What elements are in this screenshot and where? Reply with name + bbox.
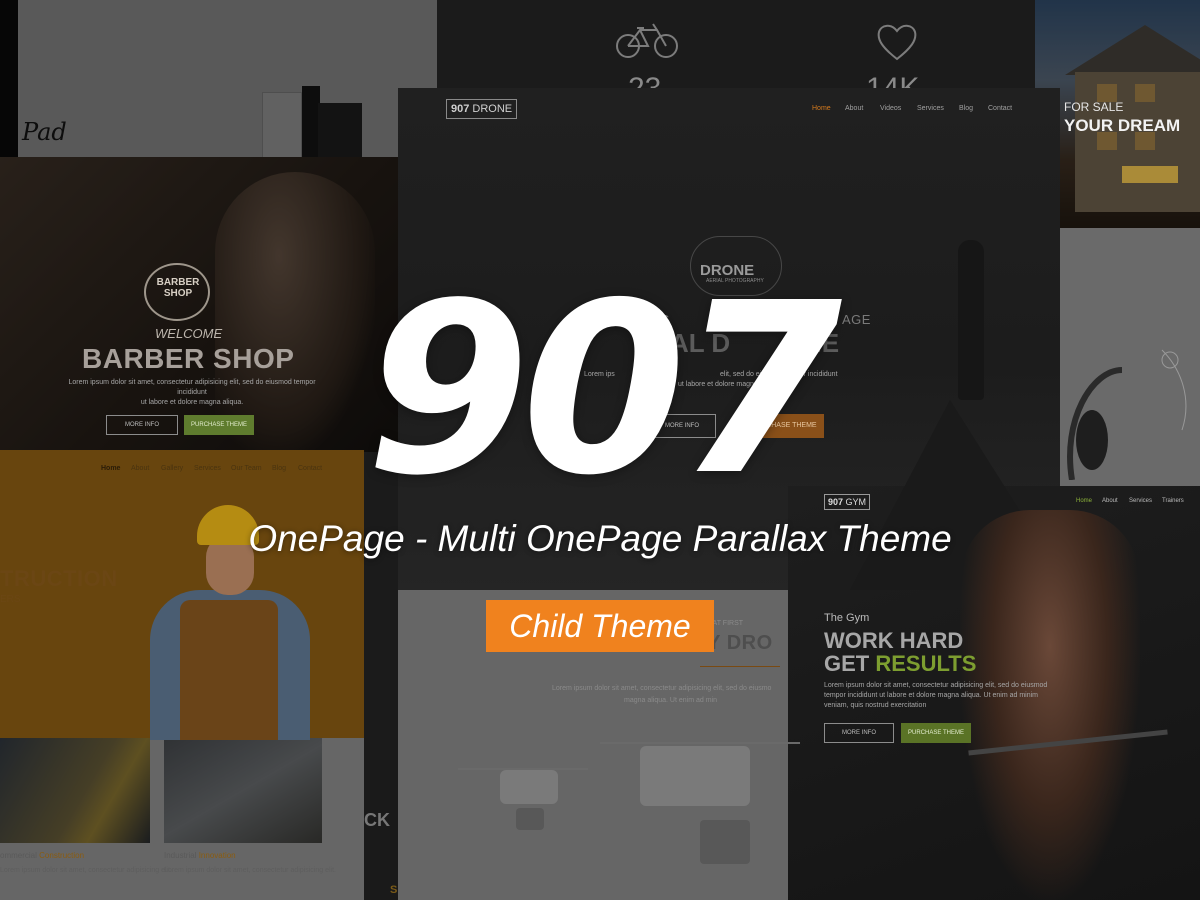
gym-headline-2: GET RESULTS: [824, 651, 977, 676]
child-theme-badge: Child Theme: [486, 600, 714, 652]
product-case: [318, 103, 362, 160]
dark-stripe: [0, 0, 18, 160]
hero-title: 907: [365, 252, 843, 527]
theme-preview-stats: [437, 0, 1035, 92]
drone-nav-about: About: [845, 105, 864, 112]
drone-nav-services: Services: [917, 105, 944, 112]
drone-camera: [700, 820, 750, 864]
house-facade: [1075, 72, 1200, 212]
caption-industrial: Industrial Innovation: [164, 851, 236, 860]
drone-nav-home: Home: [812, 105, 831, 112]
drone-nav-videos: Videos: [880, 105, 902, 112]
strip-bottom-text: S: [390, 884, 398, 896]
caption-lorem-1: Lorem ipsum dolor sit amet, consectetur …: [0, 867, 172, 874]
cons-subtitle: ERS: [0, 594, 21, 605]
handwriting-decoration: Pad: [22, 118, 67, 146]
product-box: [262, 92, 302, 160]
gym-purchase-button: PURCHASE THEME: [901, 723, 971, 743]
bicycle-icon: [616, 23, 678, 58]
drone-product-divider: [700, 666, 780, 667]
drone-nav-contact: Contact: [988, 105, 1013, 112]
strip-text: CK: [364, 810, 390, 830]
drone-camera: [516, 808, 544, 830]
caption-lorem-2: Lorem ipsum dolor sit amet, consectetur …: [164, 867, 336, 874]
drone-product-lorem-1: Lorem ipsum dolor sit amet, consectetur …: [552, 685, 772, 692]
house-roof: [1065, 25, 1200, 75]
drone-arm: [600, 742, 800, 744]
drone-product-lorem-2: magna aliqua. Ut enim ad min: [624, 697, 717, 704]
drone-nav-blog: Blog: [959, 105, 974, 112]
house-title: YOUR DREAM: [1064, 116, 1181, 135]
house-button: [1122, 166, 1178, 183]
gym-lorem: Lorem ipsum dolor sit amet, consectetur …: [824, 682, 1048, 709]
gym-more-info-button: MORE INFO: [824, 723, 894, 743]
worker-overalls: [180, 600, 278, 740]
hero-subtitle: OnePage - Multi OnePage Parallax Theme: [248, 518, 952, 559]
drone-logo: 907 DRONE: [446, 99, 518, 119]
drone-body: [500, 770, 558, 804]
gym-pretitle: The Gym: [824, 612, 870, 624]
drone-body: [640, 746, 750, 806]
theme-preview-products: Pad: [0, 0, 437, 160]
house-pretitle: FOR SALE: [1064, 100, 1124, 114]
heart-icon: [877, 24, 917, 61]
cons-title: TRUCTION: [0, 566, 118, 591]
caption-commercial: ommercial Construction: [0, 851, 85, 860]
